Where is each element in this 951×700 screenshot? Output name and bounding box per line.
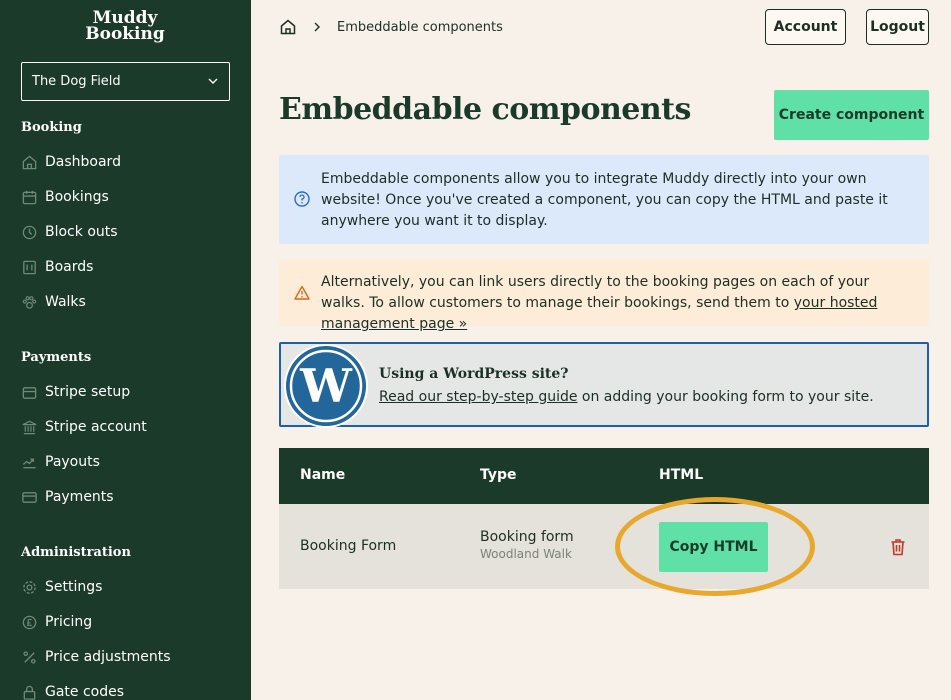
gear-icon [23,580,36,594]
nav-heading-booking: Booking [21,120,82,135]
logo-line2: Booking [85,24,165,44]
row-type-sub: Woodland Walk [480,547,572,561]
sidebar-item-pricing[interactable]: Pricing [21,610,231,634]
muddy-booking-logo[interactable]: Muddy Booking [70,10,180,48]
column-header-html: HTML [659,467,704,483]
bank-icon [22,386,37,399]
site-select-value: The Dog Field [32,74,121,89]
row-type-label: Booking form [480,529,574,545]
wordpress-callout: W Using a WordPress site? Read our step-… [279,342,929,428]
board-icon [23,260,36,274]
sidebar-item-walks[interactable]: Walks [21,290,231,314]
nav-heading-administration: Administration [21,545,131,560]
home-icon [22,154,37,169]
account-button[interactable]: Account [765,9,846,45]
main-content: Embeddable components Account Logout Emb… [251,0,951,700]
sidebar-item-label: Settings [45,579,103,595]
sidebar-item-label: Walks [45,294,86,310]
row-name: Booking Form [300,538,397,554]
help-circle-icon [294,191,310,207]
column-header-type: Type [480,467,517,483]
components-table: Name Type HTML Booking Form Booking form… [279,448,929,596]
sidebar-item-label: Boards [45,259,94,275]
percent-icon [23,650,36,664]
sidebar-item-label: Payouts [45,454,100,470]
create-component-button[interactable]: Create component [774,90,929,140]
sidebar-item-gate-codes[interactable]: Gate codes [21,680,231,700]
warning-alert: Alternatively, you can link users direct… [279,260,929,332]
sidebar-item-dashboard[interactable]: Dashboard [21,150,231,174]
pound-icon [22,615,37,629]
copy-html-button[interactable]: Copy HTML [659,522,768,572]
wordpress-text-rest: on adding your booking form to your site… [577,389,874,405]
home-icon[interactable] [279,18,297,36]
lock-icon [23,685,36,700]
wordpress-title: Using a WordPress site? [379,366,569,382]
info-text: Embeddable components allow you to integ… [321,171,888,229]
nav-heading-payments: Payments [21,350,92,365]
card-icon [22,491,37,503]
page-title: Embeddable components [279,92,691,127]
sidebar-item-label: Stripe setup [45,384,131,400]
sidebar-item-label: Pricing [45,614,93,630]
logout-button[interactable]: Logout [866,9,929,45]
sidebar-item-stripe-setup[interactable]: Stripe setup [21,380,231,404]
sidebar-item-payouts[interactable]: Payouts [21,450,231,474]
building-icon [22,420,37,434]
sidebar-item-price-adjustments[interactable]: Price adjustments [21,645,231,669]
site-select[interactable]: The Dog Field [21,62,230,101]
calendar-icon [22,190,37,204]
svg-text:W: W [299,359,353,413]
sidebar-item-stripe-account[interactable]: Stripe account [21,415,231,439]
column-header-name: Name [300,467,346,483]
sidebar-item-bookings[interactable]: Bookings [21,185,231,209]
sidebar-item-label: Bookings [45,189,109,205]
sidebar-item-label: Dashboard [45,154,121,170]
table-header: Name Type HTML [279,448,929,504]
table-row: Booking Form Booking form Woodland Walk … [279,497,929,596]
sidebar-item-block-outs[interactable]: Block outs [21,220,231,244]
chevron-down-icon [208,78,218,84]
clock-icon [22,225,37,239]
sidebar-item-label: Payments [45,489,114,505]
wordpress-text: Read our step-by-step guide on adding yo… [379,389,874,405]
warning-paragraph: Alternatively, you can link users direct… [321,272,913,335]
paw-icon [22,295,37,309]
breadcrumb-current: Embeddable components [337,19,503,35]
sidebar-item-label: Gate codes [45,684,125,700]
sidebar-item-boards[interactable]: Boards [21,255,231,279]
sidebar-item-settings[interactable]: Settings [21,575,231,599]
row-type: Booking form Woodland Walk [480,529,574,561]
trash-icon[interactable] [888,537,908,557]
step-by-step-guide-link[interactable]: Read our step-by-step guide [379,389,577,405]
chevron-right-icon [314,22,320,32]
warning-text: Alternatively, you can link users direct… [321,274,870,311]
payout-icon [22,458,36,468]
info-alert: Embeddable components allow you to integ… [279,155,929,244]
sidebar-item-label: Stripe account [45,419,147,435]
breadcrumb: Embeddable components [279,16,503,38]
wordpress-logo-icon: W [284,344,368,428]
sidebar-item-payments[interactable]: Payments [21,485,231,509]
sidebar: Muddy Booking The Dog Field Booking Dash… [0,0,251,700]
warning-icon [294,285,310,300]
sidebar-item-label: Block outs [45,224,118,240]
sidebar-item-label: Price adjustments [45,649,171,665]
